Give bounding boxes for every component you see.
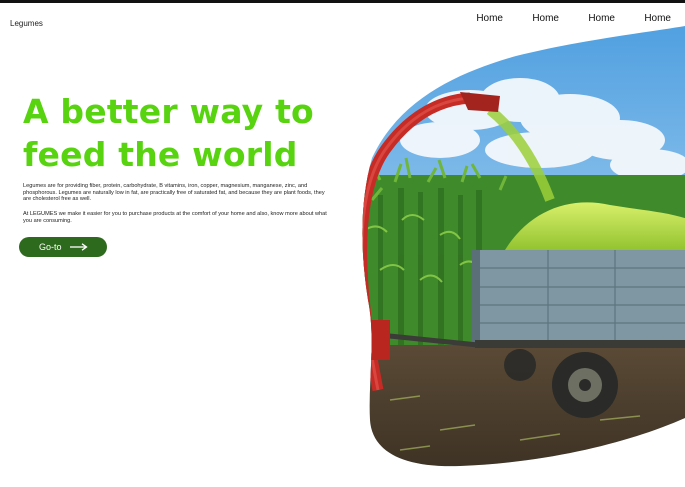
nav-link-home-1[interactable]: Home [447, 13, 503, 24]
hero-title-line-2: feed the world [23, 135, 298, 174]
nav-link-home-2[interactable]: Home [503, 13, 559, 24]
top-nav: Home Home Home Home [447, 13, 671, 24]
arrow-right-icon [69, 243, 88, 251]
hero-title: A better way to feed the world [23, 90, 343, 176]
top-border [0, 0, 685, 3]
nav-link-home-3[interactable]: Home [559, 13, 615, 24]
hero-title-line-1: A better way to [23, 92, 314, 131]
goto-button[interactable]: Go-to [19, 237, 107, 257]
nav-link-home-4[interactable]: Home [615, 13, 671, 24]
hero-description-2: At LEGUMES we make it easier for you to … [23, 211, 327, 224]
goto-button-label: Go-to [39, 242, 62, 252]
hero-description-1: Legumes are for providing fiber, protein… [23, 183, 325, 203]
brand-logo[interactable]: Legumes [10, 19, 43, 28]
